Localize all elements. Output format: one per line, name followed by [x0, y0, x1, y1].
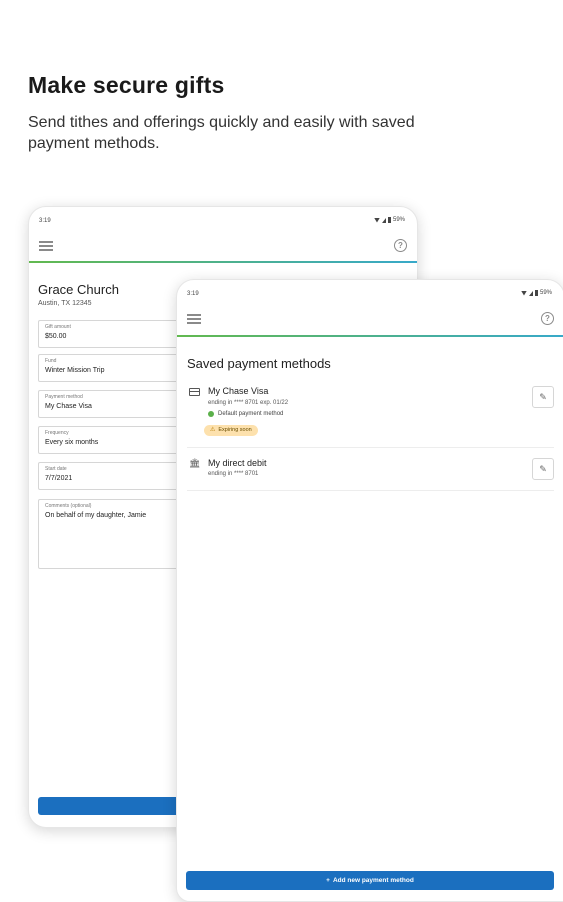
app-bar: ?	[177, 304, 563, 334]
menu-icon[interactable]	[187, 314, 201, 324]
edit-button[interactable]: ✎	[532, 386, 554, 408]
accent-divider	[29, 261, 417, 263]
battery-icon	[387, 217, 391, 223]
signal-icon	[381, 217, 386, 223]
field-label: Fund	[45, 358, 57, 364]
help-icon[interactable]: ?	[394, 239, 407, 252]
field-value: On behalf of my daughter, Jamie	[45, 512, 147, 519]
payment-method-detail: ending in **** 8701 exp. 01/22	[208, 400, 289, 406]
status-bar: 3:19 59%	[29, 207, 417, 229]
page-title: Saved payment methods	[187, 356, 331, 371]
field-label: Start date	[45, 466, 67, 472]
help-icon[interactable]: ?	[541, 312, 554, 325]
field-value: 7/7/2021	[45, 475, 73, 482]
badge-label: Expiring soon	[218, 427, 252, 433]
field-label: Comments (optional)	[45, 503, 92, 509]
status-icons: 59%	[373, 217, 405, 223]
status-bar: 3:19 59%	[177, 280, 563, 302]
warning-icon: ⚠	[210, 427, 216, 433]
field-label: Frequency	[45, 430, 69, 436]
payment-method-name: My Chase Visa	[208, 386, 269, 396]
payment-method-name: My direct debit	[208, 458, 267, 468]
divider	[187, 490, 554, 491]
default-label: Default payment method	[218, 411, 284, 417]
hero-title: Make secure gifts	[28, 72, 225, 98]
check-circle-icon	[208, 411, 214, 417]
battery-level: 59%	[392, 217, 405, 223]
divider	[187, 447, 554, 448]
hero-subtitle: Send tithes and offerings quickly and ea…	[28, 114, 415, 152]
payment-methods-tablet: 3:19 59% ? Saved payment methods My Chas…	[176, 279, 563, 902]
add-button-label: Add new payment method	[332, 877, 414, 884]
church-name: Grace Church	[38, 282, 119, 297]
battery-icon	[534, 290, 538, 296]
status-icons: 59%	[520, 290, 552, 296]
status-time: 3:19	[39, 218, 51, 224]
credit-card-icon	[189, 388, 200, 396]
field-value: $50.00	[45, 333, 67, 340]
edit-button[interactable]: ✎	[532, 458, 554, 480]
field-label: Gift amount	[45, 324, 71, 330]
default-indicator: Default payment method	[208, 411, 283, 417]
church-location: Austin, TX 12345	[38, 300, 92, 307]
wifi-icon	[520, 290, 527, 296]
payment-method-item[interactable]: 🏛 My direct debit ending in **** 8701 ✎	[187, 458, 554, 486]
plus-icon: +	[326, 877, 330, 884]
wifi-icon	[373, 217, 380, 223]
payment-method-item[interactable]: My Chase Visa ending in **** 8701 exp. 0…	[187, 386, 554, 444]
add-payment-method-button[interactable]: + Add new payment method	[186, 871, 554, 890]
menu-icon[interactable]	[39, 241, 53, 251]
accent-divider	[177, 335, 563, 337]
payment-method-detail: ending in **** 8701	[208, 471, 259, 477]
app-bar: ?	[29, 231, 417, 261]
battery-level: 59%	[539, 290, 552, 296]
field-value: My Chase Visa	[45, 403, 92, 410]
field-value: Every six months	[45, 439, 99, 446]
field-label: Payment method	[45, 394, 83, 400]
field-value: Winter Mission Trip	[45, 367, 105, 374]
expiring-badge: ⚠ Expiring soon	[204, 425, 258, 436]
bank-icon: 🏛	[189, 458, 201, 468]
status-time: 3:19	[187, 291, 199, 297]
signal-icon	[528, 290, 533, 296]
